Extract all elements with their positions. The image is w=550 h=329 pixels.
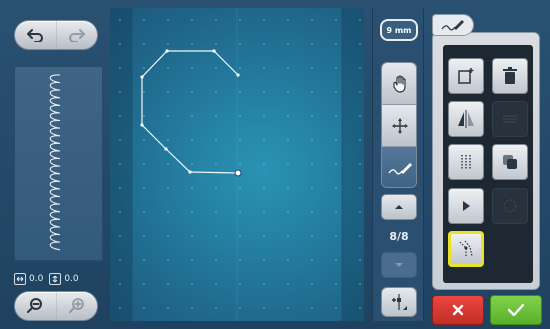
path-select-button[interactable] — [448, 231, 484, 267]
undo-icon — [27, 29, 44, 42]
zoom-out-button[interactable] — [15, 292, 56, 320]
stitch-path[interactable] — [141, 50, 239, 174]
arrow-up-icon — [395, 205, 403, 209]
drawing-canvas[interactable] — [110, 8, 364, 321]
stitch-point[interactable] — [164, 147, 168, 151]
draw-stitch-icon — [388, 163, 412, 175]
zoom-in-button[interactable] — [55, 292, 98, 320]
dotted-grid-icon — [461, 155, 471, 169]
coordinate-readout: 0.0 0.0 — [14, 270, 103, 288]
redo-icon — [68, 29, 85, 42]
tool-column: 9 mm 8/8 — [372, 8, 424, 321]
confirm-button[interactable] — [490, 295, 542, 325]
close-icon — [452, 304, 464, 316]
width-value: 0.0 — [29, 274, 44, 284]
draw-stitch-button[interactable] — [382, 147, 416, 187]
arrow-down-icon — [395, 263, 403, 267]
duplicate-icon — [503, 155, 517, 169]
lines-icon — [503, 115, 517, 123]
trash-icon — [503, 67, 517, 84]
play-icon — [463, 201, 470, 211]
undo-redo-group — [14, 20, 98, 50]
lines-button[interactable] — [492, 101, 528, 137]
new-stitch-button[interactable] — [448, 58, 484, 94]
stitch-point[interactable] — [165, 49, 169, 53]
zoom-group — [14, 291, 98, 321]
stitch-point[interactable] — [188, 170, 192, 174]
circle-icon — [503, 199, 517, 213]
mirror-button[interactable] — [448, 101, 484, 137]
stitch-length-button[interactable]: 9 mm — [380, 19, 418, 41]
hand-pan-button[interactable] — [382, 63, 416, 105]
canvas-mode-group — [381, 62, 417, 188]
delete-button[interactable] — [492, 58, 528, 94]
edit-panel — [428, 8, 544, 325]
move-button[interactable] — [382, 105, 416, 147]
zoom-in-icon — [68, 298, 84, 313]
path-select-icon — [459, 240, 473, 257]
dotted-grid-button[interactable] — [448, 144, 484, 180]
page-scroller: 8/8 — [381, 194, 417, 282]
mirror-icon — [458, 110, 474, 128]
zoom-out-icon — [27, 298, 43, 313]
circle-button[interactable] — [492, 188, 528, 224]
scroll-up-button[interactable] — [381, 194, 417, 220]
page-indicator: 8/8 — [389, 229, 409, 243]
left-panel: 0.0 0.0 — [8, 8, 106, 321]
stitch-point[interactable] — [140, 75, 144, 79]
undo-button[interactable] — [15, 21, 56, 49]
insert-point-button[interactable] — [381, 287, 417, 317]
hand-pan-icon — [393, 74, 406, 93]
check-icon — [508, 304, 524, 316]
stitch-path-drawing — [119, 8, 361, 321]
stitch-point[interactable] — [236, 73, 240, 77]
current-stitch-point[interactable] — [234, 169, 242, 177]
stitch-point[interactable] — [212, 49, 216, 53]
width-icon — [14, 273, 26, 285]
stitch-preview — [14, 66, 103, 261]
duplicate-button[interactable] — [492, 144, 528, 180]
coil-stitch-icon — [49, 74, 61, 251]
edit-tool-grid — [443, 45, 533, 283]
width-readout: 0.0 — [14, 273, 43, 285]
redo-button[interactable] — [55, 21, 98, 49]
scroll-down-button[interactable] — [381, 252, 417, 278]
height-readout: 0.0 — [49, 273, 79, 285]
move-arrows-icon — [392, 117, 408, 134]
draw-stitch-tab[interactable] — [432, 14, 474, 36]
height-value: 0.0 — [64, 274, 79, 284]
cancel-button[interactable] — [432, 295, 484, 325]
draw-stitch-icon — [441, 20, 464, 31]
play-button[interactable] — [448, 188, 484, 224]
stitch-editor-screen: 0.0 0.0 9 mm 8/8 — [0, 0, 550, 329]
new-stitch-icon — [458, 68, 474, 84]
height-icon — [49, 273, 62, 285]
stitch-point[interactable] — [140, 123, 144, 127]
edit-panel-body — [432, 32, 540, 290]
insert-point-icon — [392, 294, 407, 310]
